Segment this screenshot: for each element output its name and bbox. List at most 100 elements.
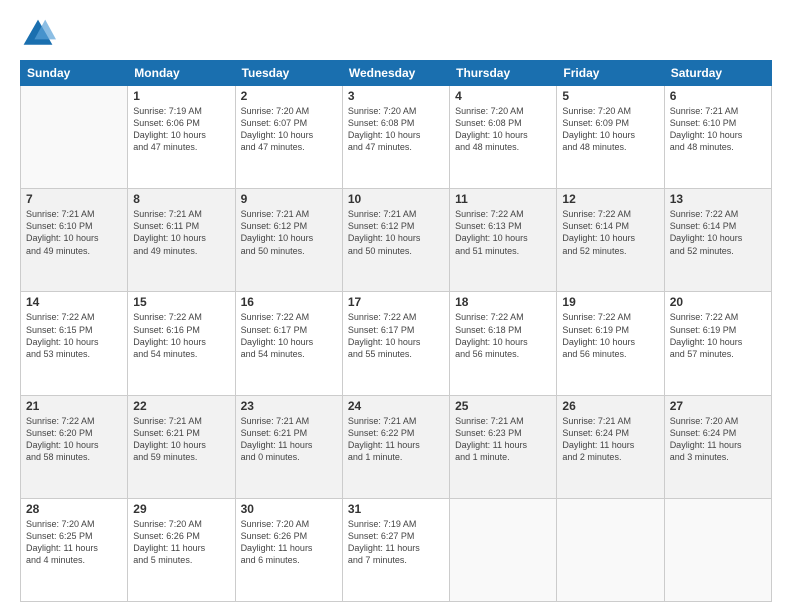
day-number: 2: [241, 89, 337, 103]
day-number: 23: [241, 399, 337, 413]
day-number: 7: [26, 192, 122, 206]
calendar-cell: 8 Sunrise: 7:21 AM Sunset: 6:11 PM Daylig…: [128, 189, 235, 292]
day-info: Sunrise: 7:21 AM Sunset: 6:10 PM Dayligh…: [26, 208, 122, 257]
day-info: Sunrise: 7:22 AM Sunset: 6:16 PM Dayligh…: [133, 311, 229, 360]
logo-icon: [20, 16, 56, 52]
calendar-table: SundayMondayTuesdayWednesdayThursdayFrid…: [20, 60, 772, 602]
day-info: Sunrise: 7:19 AM Sunset: 6:27 PM Dayligh…: [348, 518, 444, 567]
calendar-cell: 19 Sunrise: 7:22 AM Sunset: 6:19 PM Dayli…: [557, 292, 664, 395]
day-info: Sunrise: 7:21 AM Sunset: 6:12 PM Dayligh…: [348, 208, 444, 257]
weekday-header-friday: Friday: [557, 61, 664, 86]
calendar-week-row: 21 Sunrise: 7:22 AM Sunset: 6:20 PM Dayli…: [21, 395, 772, 498]
weekday-header-wednesday: Wednesday: [342, 61, 449, 86]
calendar-week-row: 1 Sunrise: 7:19 AM Sunset: 6:06 PM Daylig…: [21, 86, 772, 189]
day-info: Sunrise: 7:22 AM Sunset: 6:19 PM Dayligh…: [562, 311, 658, 360]
day-info: Sunrise: 7:22 AM Sunset: 6:20 PM Dayligh…: [26, 415, 122, 464]
calendar-cell: 6Sunrise: 7:21 AM Sunset: 6:10 PM Daylig…: [664, 86, 771, 189]
calendar-cell: [664, 498, 771, 601]
day-info: Sunrise: 7:20 AM Sunset: 6:26 PM Dayligh…: [241, 518, 337, 567]
day-number: 3: [348, 89, 444, 103]
day-number: 1: [133, 89, 229, 103]
calendar-cell: 25Sunrise: 7:21 AM Sunset: 6:23 PM Dayli…: [450, 395, 557, 498]
calendar-cell: 4 Sunrise: 7:20 AM Sunset: 6:08 PM Daylig…: [450, 86, 557, 189]
day-info: Sunrise: 7:21 AM Sunset: 6:22 PM Dayligh…: [348, 415, 444, 464]
calendar-cell: 28 Sunrise: 7:20 AM Sunset: 6:25 PM Dayli…: [21, 498, 128, 601]
day-number: 18: [455, 295, 551, 309]
calendar-cell: 30 Sunrise: 7:20 AM Sunset: 6:26 PM Dayli…: [235, 498, 342, 601]
day-number: 10: [348, 192, 444, 206]
calendar-cell: 9Sunrise: 7:21 AM Sunset: 6:12 PM Daylig…: [235, 189, 342, 292]
calendar-cell: 21 Sunrise: 7:22 AM Sunset: 6:20 PM Dayli…: [21, 395, 128, 498]
weekday-header-saturday: Saturday: [664, 61, 771, 86]
day-info: Sunrise: 7:22 AM Sunset: 6:14 PM Dayligh…: [562, 208, 658, 257]
day-info: Sunrise: 7:22 AM Sunset: 6:18 PM Dayligh…: [455, 311, 551, 360]
day-number: 24: [348, 399, 444, 413]
day-number: 19: [562, 295, 658, 309]
page: SundayMondayTuesdayWednesdayThursdayFrid…: [0, 0, 792, 612]
day-number: 14: [26, 295, 122, 309]
day-info: Sunrise: 7:20 AM Sunset: 6:08 PM Dayligh…: [455, 105, 551, 154]
day-number: 30: [241, 502, 337, 516]
day-number: 20: [670, 295, 766, 309]
day-info: Sunrise: 7:22 AM Sunset: 6:13 PM Dayligh…: [455, 208, 551, 257]
day-number: 21: [26, 399, 122, 413]
day-number: 28: [26, 502, 122, 516]
calendar-cell: 23Sunrise: 7:21 AM Sunset: 6:21 PM Dayli…: [235, 395, 342, 498]
calendar-cell: 15 Sunrise: 7:22 AM Sunset: 6:16 PM Dayli…: [128, 292, 235, 395]
logo: [20, 16, 60, 52]
calendar-cell: [21, 86, 128, 189]
header: [20, 16, 772, 52]
weekday-header-thursday: Thursday: [450, 61, 557, 86]
day-info: Sunrise: 7:20 AM Sunset: 6:08 PM Dayligh…: [348, 105, 444, 154]
calendar-cell: 11 Sunrise: 7:22 AM Sunset: 6:13 PM Dayli…: [450, 189, 557, 292]
calendar-cell: 16 Sunrise: 7:22 AM Sunset: 6:17 PM Dayli…: [235, 292, 342, 395]
day-info: Sunrise: 7:19 AM Sunset: 6:06 PM Dayligh…: [133, 105, 229, 154]
calendar-cell: 12Sunrise: 7:22 AM Sunset: 6:14 PM Dayli…: [557, 189, 664, 292]
day-info: Sunrise: 7:22 AM Sunset: 6:17 PM Dayligh…: [348, 311, 444, 360]
day-number: 16: [241, 295, 337, 309]
day-info: Sunrise: 7:22 AM Sunset: 6:15 PM Dayligh…: [26, 311, 122, 360]
day-number: 31: [348, 502, 444, 516]
day-info: Sunrise: 7:21 AM Sunset: 6:23 PM Dayligh…: [455, 415, 551, 464]
calendar-cell: 7 Sunrise: 7:21 AM Sunset: 6:10 PM Daylig…: [21, 189, 128, 292]
calendar-cell: 2 Sunrise: 7:20 AM Sunset: 6:07 PM Daylig…: [235, 86, 342, 189]
day-number: 9: [241, 192, 337, 206]
calendar-cell: 3 Sunrise: 7:20 AM Sunset: 6:08 PM Daylig…: [342, 86, 449, 189]
calendar-week-row: 7 Sunrise: 7:21 AM Sunset: 6:10 PM Daylig…: [21, 189, 772, 292]
day-number: 8: [133, 192, 229, 206]
calendar-cell: 18 Sunrise: 7:22 AM Sunset: 6:18 PM Dayli…: [450, 292, 557, 395]
day-info: Sunrise: 7:20 AM Sunset: 6:09 PM Dayligh…: [562, 105, 658, 154]
weekday-header-tuesday: Tuesday: [235, 61, 342, 86]
calendar-cell: 29 Sunrise: 7:20 AM Sunset: 6:26 PM Dayli…: [128, 498, 235, 601]
weekday-header-row: SundayMondayTuesdayWednesdayThursdayFrid…: [21, 61, 772, 86]
day-number: 26: [562, 399, 658, 413]
calendar-cell: 1 Sunrise: 7:19 AM Sunset: 6:06 PM Daylig…: [128, 86, 235, 189]
day-info: Sunrise: 7:22 AM Sunset: 6:19 PM Dayligh…: [670, 311, 766, 360]
day-number: 27: [670, 399, 766, 413]
calendar-week-row: 28 Sunrise: 7:20 AM Sunset: 6:25 PM Dayli…: [21, 498, 772, 601]
calendar-cell: 14 Sunrise: 7:22 AM Sunset: 6:15 PM Dayli…: [21, 292, 128, 395]
calendar-cell: 20 Sunrise: 7:22 AM Sunset: 6:19 PM Dayli…: [664, 292, 771, 395]
day-info: Sunrise: 7:22 AM Sunset: 6:17 PM Dayligh…: [241, 311, 337, 360]
calendar-cell: 22Sunrise: 7:21 AM Sunset: 6:21 PM Dayli…: [128, 395, 235, 498]
day-number: 11: [455, 192, 551, 206]
calendar-cell: 13Sunrise: 7:22 AM Sunset: 6:14 PM Dayli…: [664, 189, 771, 292]
calendar-cell: 17 Sunrise: 7:22 AM Sunset: 6:17 PM Dayli…: [342, 292, 449, 395]
day-number: 5: [562, 89, 658, 103]
day-info: Sunrise: 7:21 AM Sunset: 6:11 PM Dayligh…: [133, 208, 229, 257]
day-number: 17: [348, 295, 444, 309]
day-info: Sunrise: 7:20 AM Sunset: 6:26 PM Dayligh…: [133, 518, 229, 567]
day-number: 4: [455, 89, 551, 103]
calendar-week-row: 14 Sunrise: 7:22 AM Sunset: 6:15 PM Dayli…: [21, 292, 772, 395]
calendar-cell: [557, 498, 664, 601]
day-info: Sunrise: 7:20 AM Sunset: 6:25 PM Dayligh…: [26, 518, 122, 567]
day-info: Sunrise: 7:20 AM Sunset: 6:24 PM Dayligh…: [670, 415, 766, 464]
calendar-cell: 24 Sunrise: 7:21 AM Sunset: 6:22 PM Dayli…: [342, 395, 449, 498]
day-info: Sunrise: 7:21 AM Sunset: 6:24 PM Dayligh…: [562, 415, 658, 464]
day-number: 29: [133, 502, 229, 516]
calendar-cell: 26 Sunrise: 7:21 AM Sunset: 6:24 PM Dayli…: [557, 395, 664, 498]
calendar-cell: 31 Sunrise: 7:19 AM Sunset: 6:27 PM Dayli…: [342, 498, 449, 601]
day-number: 15: [133, 295, 229, 309]
day-info: Sunrise: 7:20 AM Sunset: 6:07 PM Dayligh…: [241, 105, 337, 154]
weekday-header-sunday: Sunday: [21, 61, 128, 86]
